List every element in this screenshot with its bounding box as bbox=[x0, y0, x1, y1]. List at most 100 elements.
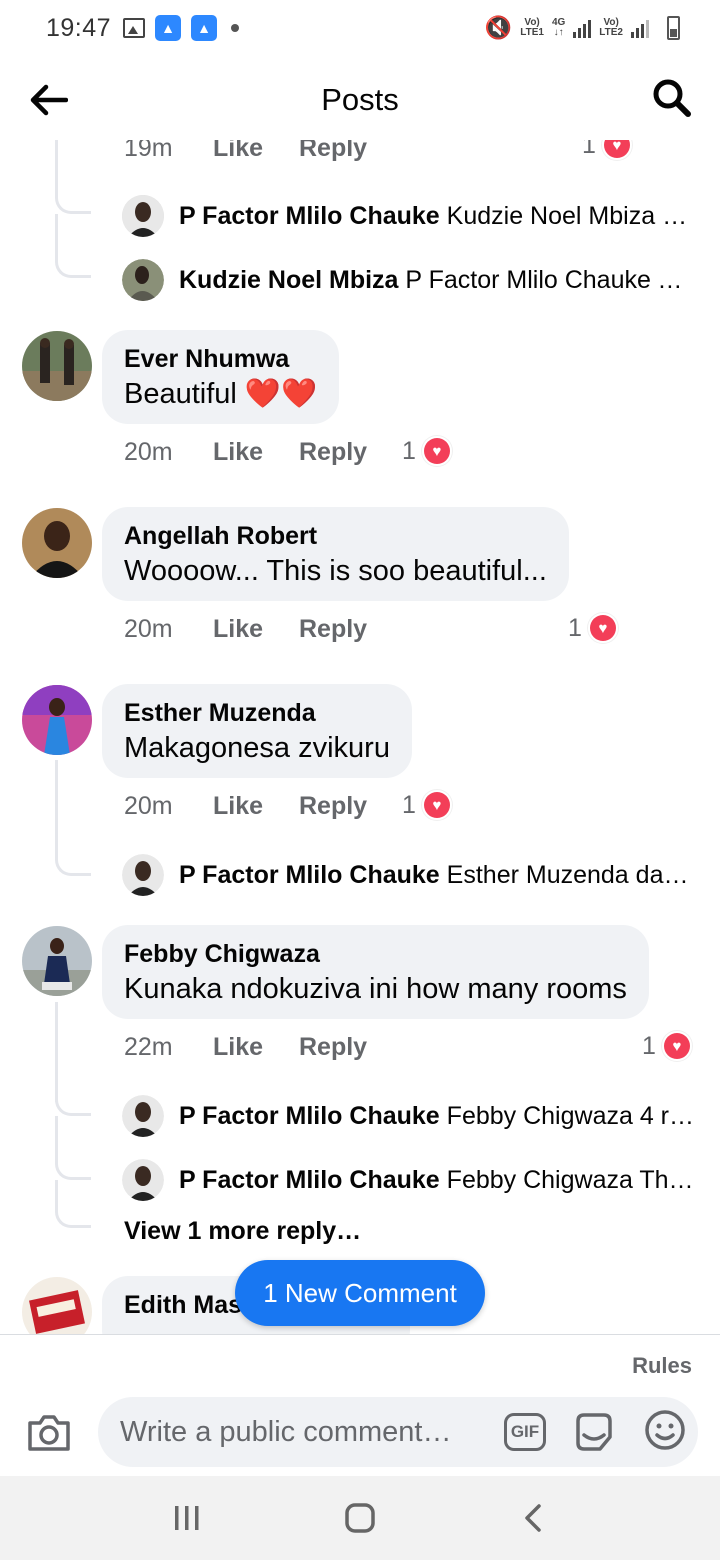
comment-author[interactable]: Ever Nhumwa bbox=[124, 344, 317, 374]
avatar[interactable] bbox=[122, 195, 164, 237]
comment-actions: 20m Like Reply bbox=[124, 615, 367, 644]
signal-icon bbox=[631, 18, 649, 38]
comment-actions: 22m Like Reply bbox=[124, 1033, 367, 1062]
reply-preview[interactable]: P Factor Mlilo Chauke Febby Chigwaza 4 r… bbox=[122, 1094, 702, 1138]
reply-author[interactable]: P Factor Mlilo Chauke bbox=[179, 861, 440, 889]
chevron-left-icon bbox=[525, 1504, 542, 1532]
comment-author[interactable]: Angellah Robert bbox=[124, 521, 547, 551]
heart-reaction-icon: ♥ bbox=[587, 613, 618, 643]
sticker-button[interactable] bbox=[572, 1411, 616, 1455]
avatar[interactable] bbox=[22, 685, 92, 755]
heart-reaction-icon: ♥ bbox=[421, 790, 452, 820]
avatar[interactable] bbox=[122, 854, 164, 896]
arrow-left-icon bbox=[30, 84, 68, 116]
avatar[interactable] bbox=[122, 259, 164, 301]
back-nav-button[interactable] bbox=[503, 1488, 563, 1548]
reply-author[interactable]: Kudzie Noel Mbiza bbox=[179, 266, 398, 294]
reaction-count[interactable]: 1 ♥ bbox=[402, 436, 452, 466]
camera-button[interactable] bbox=[26, 1413, 72, 1453]
reply-button[interactable]: Reply bbox=[299, 1033, 367, 1062]
reply-author[interactable]: P Factor Mlilo Chauke bbox=[179, 1166, 440, 1194]
reply-author[interactable]: P Factor Mlilo Chauke bbox=[179, 1102, 440, 1130]
view-more-replies[interactable]: View 1 more reply… bbox=[124, 1217, 361, 1246]
reply-button[interactable]: Reply bbox=[299, 140, 367, 163]
recents-icon bbox=[174, 1506, 199, 1530]
thread-line bbox=[55, 1002, 58, 1102]
emoji-button[interactable] bbox=[644, 1409, 686, 1451]
page-title: Posts bbox=[321, 82, 399, 117]
heart-reaction-icon: ♥ bbox=[661, 1031, 692, 1061]
comment-text: Kunaka ndokuziva ini how many rooms bbox=[124, 973, 627, 1005]
back-button[interactable] bbox=[28, 80, 72, 120]
like-button[interactable]: Like bbox=[213, 1033, 299, 1062]
reply-text: P Factor Mlilo Chauke Y… bbox=[405, 265, 699, 294]
sticker-icon bbox=[576, 1413, 612, 1451]
system-nav-bar bbox=[0, 1476, 720, 1560]
reply-button[interactable]: Reply bbox=[299, 792, 367, 821]
reply-preview[interactable]: Kudzie Noel Mbiza P Factor Mlilo Chauke … bbox=[122, 258, 702, 302]
emoji-icon bbox=[645, 1410, 685, 1450]
rules-link[interactable]: Rules bbox=[632, 1353, 692, 1379]
reaction-count[interactable]: 1 ♥ bbox=[568, 613, 618, 643]
like-button[interactable]: Like bbox=[213, 140, 299, 163]
reply-preview[interactable]: P Factor Mlilo Chauke Esther Muzenda dan… bbox=[122, 853, 702, 897]
thread-line bbox=[55, 214, 58, 260]
avatar[interactable] bbox=[22, 508, 92, 578]
comment-actions: 20m Like Reply bbox=[124, 438, 367, 467]
comments-feed[interactable]: 19m Like Reply 1 ♥ P Factor Mlilo Chauke… bbox=[0, 140, 720, 1334]
reply-text: Esther Muzenda dan… bbox=[446, 860, 699, 889]
thread-connector bbox=[55, 194, 91, 214]
comment-bubble[interactable]: Febby Chigwaza Kunaka ndokuziva ini how … bbox=[102, 925, 649, 1019]
top-bar: Posts bbox=[0, 60, 720, 140]
app-icon: ▲ bbox=[155, 15, 182, 41]
avatar[interactable] bbox=[122, 1159, 164, 1201]
comment-author[interactable]: Esther Muzenda bbox=[124, 698, 390, 728]
comment-text: Makagonesa zvikuru bbox=[124, 732, 390, 764]
like-button[interactable]: Like bbox=[213, 615, 299, 644]
like-button[interactable]: Like bbox=[213, 438, 299, 467]
reply-button[interactable]: Reply bbox=[299, 438, 367, 467]
reply-button[interactable]: Reply bbox=[299, 615, 367, 644]
like-button[interactable]: Like bbox=[213, 792, 299, 821]
home-icon bbox=[345, 1503, 375, 1533]
image-icon bbox=[123, 18, 146, 38]
heart-reaction-icon: ♥ bbox=[601, 140, 632, 160]
comment-author[interactable]: Febby Chigwaza bbox=[124, 939, 627, 969]
sim2-label: Vo) LTE2 bbox=[599, 17, 623, 38]
avatar[interactable] bbox=[22, 1277, 92, 1334]
comment-time: 22m bbox=[124, 1033, 173, 1061]
thread-connector bbox=[55, 1208, 91, 1228]
avatar[interactable] bbox=[122, 1095, 164, 1137]
comment-placeholder: Write a public comment… bbox=[120, 1415, 452, 1448]
reaction-count[interactable]: 1 ♥ bbox=[402, 790, 452, 820]
comment-bubble[interactable]: Esther Muzenda Makagonesa zvikuru bbox=[102, 684, 412, 778]
comment-actions: 20m Like Reply bbox=[124, 792, 367, 821]
comment-bubble[interactable]: Angellah Robert Woooow... This is soo be… bbox=[102, 507, 569, 601]
reply-preview[interactable]: P Factor Mlilo Chauke Febby Chigwaza Th… bbox=[122, 1158, 702, 1202]
thread-connector bbox=[55, 1160, 91, 1180]
comment-bubble[interactable]: Ever Nhumwa Beautiful ❤️❤️ bbox=[102, 330, 340, 424]
search-button[interactable] bbox=[652, 78, 692, 122]
comment-time: 20m bbox=[124, 615, 173, 643]
signal-icon bbox=[573, 18, 592, 38]
comment-text: Beautiful ❤️❤️ bbox=[124, 378, 318, 410]
thread-line bbox=[55, 1116, 58, 1162]
avatar[interactable] bbox=[22, 331, 92, 401]
app-icon: ▲ bbox=[191, 15, 218, 41]
reply-author[interactable]: P Factor Mlilo Chauke bbox=[179, 202, 440, 230]
home-button[interactable] bbox=[330, 1488, 390, 1548]
new-comment-button[interactable]: 1 New Comment bbox=[235, 1260, 485, 1326]
thread-connector bbox=[55, 1096, 91, 1116]
avatar[interactable] bbox=[22, 926, 92, 996]
thread-line bbox=[55, 760, 58, 860]
thread-connector bbox=[55, 258, 91, 278]
search-icon bbox=[653, 79, 691, 117]
reaction-count[interactable]: 1 ♥ bbox=[642, 1031, 692, 1061]
camera-icon bbox=[28, 1415, 70, 1451]
reply-preview[interactable]: P Factor Mlilo Chauke Kudzie Noel Mbiza … bbox=[122, 194, 702, 238]
network-label: 4G ↓↑ bbox=[551, 17, 566, 38]
reaction-count[interactable]: 1 ♥ bbox=[582, 140, 632, 160]
gif-icon[interactable]: GIF bbox=[504, 1413, 546, 1451]
comment-actions: 19m Like Reply bbox=[124, 140, 367, 163]
recents-button[interactable] bbox=[157, 1488, 217, 1548]
